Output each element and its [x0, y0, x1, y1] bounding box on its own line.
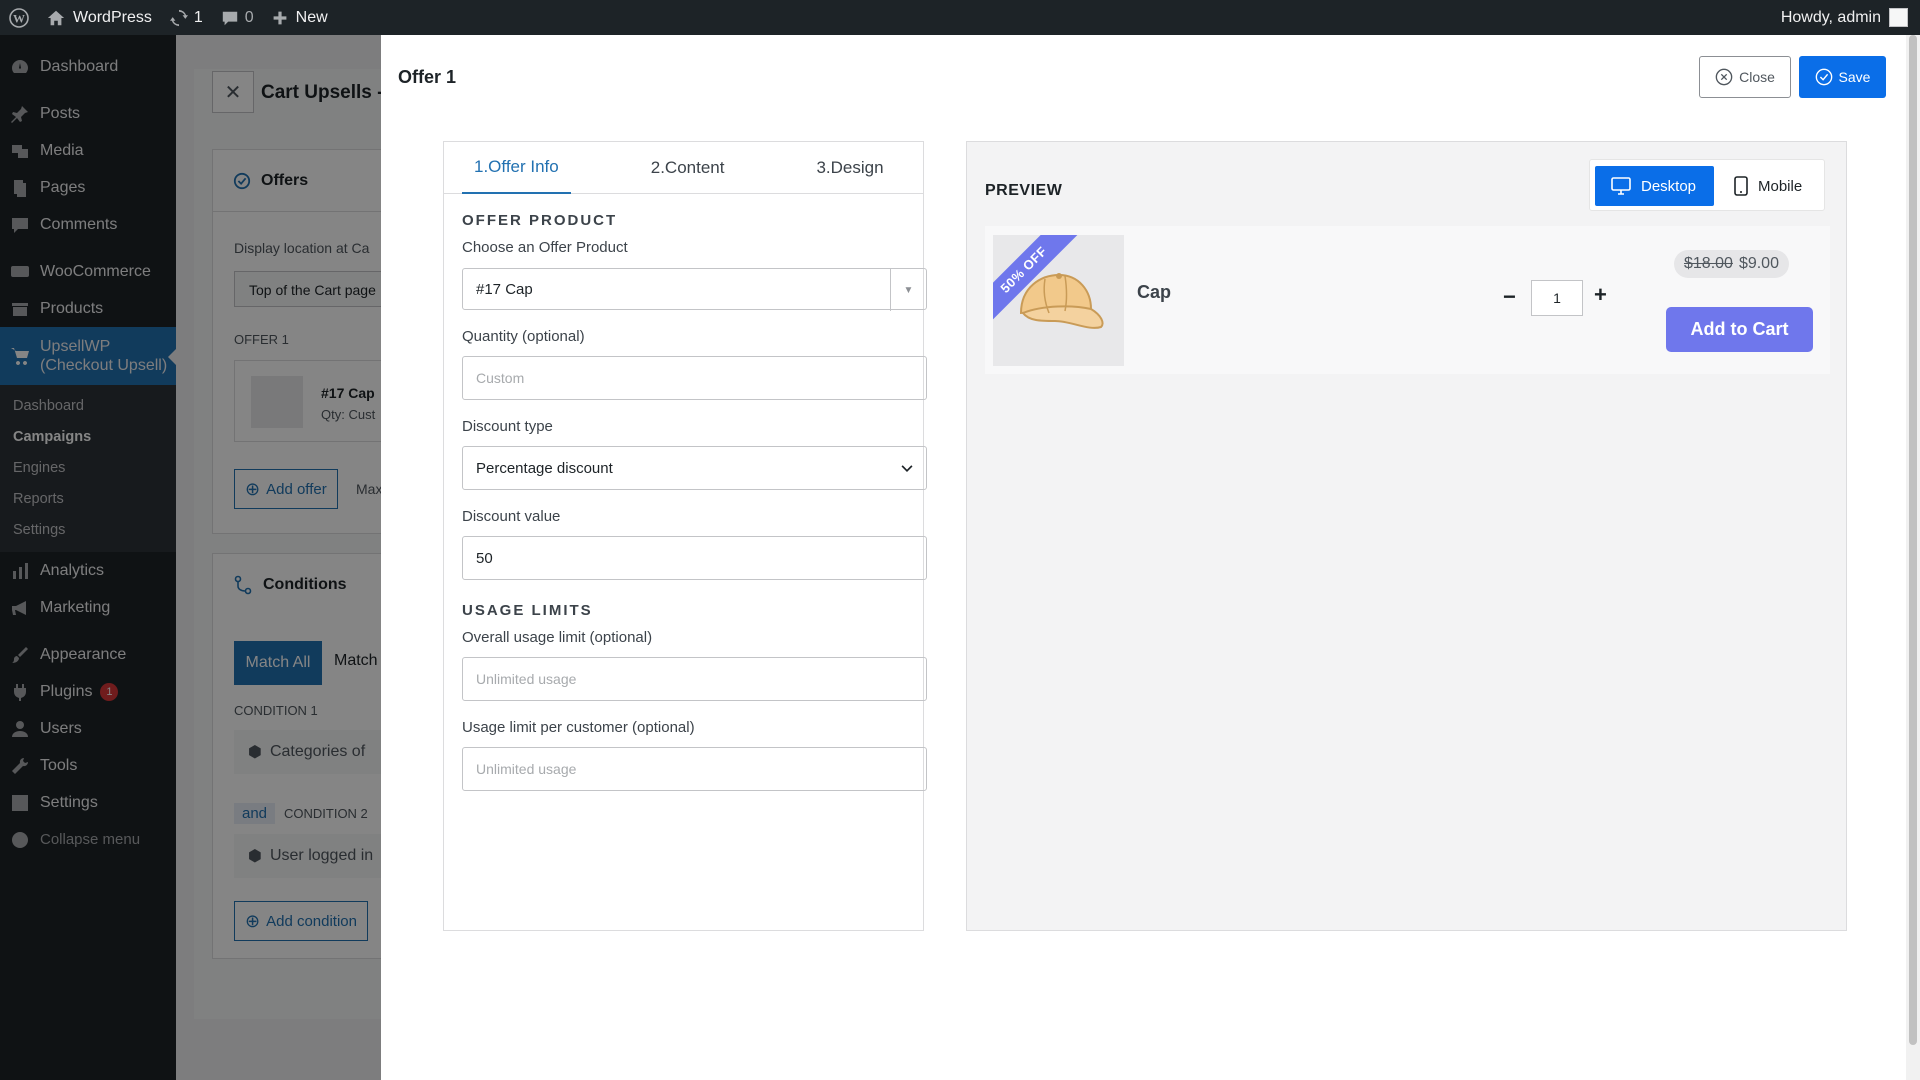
- comment-icon: [222, 11, 237, 25]
- scrollbar[interactable]: [1906, 35, 1920, 1080]
- quantity-input[interactable]: Custom: [462, 356, 927, 400]
- new-content-link[interactable]: New: [263, 0, 337, 35]
- scrollbar-thumb[interactable]: [1909, 35, 1917, 1045]
- tab-design[interactable]: 3.Design: [804, 142, 895, 194]
- tab-offer-info[interactable]: 1.Offer Info: [462, 142, 571, 194]
- quantity-label: Quantity (optional): [462, 328, 585, 345]
- quantity-minus-button[interactable]: −: [1503, 284, 1516, 310]
- quantity-plus-button[interactable]: +: [1594, 282, 1607, 308]
- quantity-field[interactable]: 1: [1531, 280, 1583, 316]
- save-label: Save: [1838, 69, 1871, 85]
- mobile-label: Mobile: [1758, 177, 1803, 195]
- discount-type-label: Discount type: [462, 418, 553, 435]
- choose-product-label: Choose an Offer Product: [462, 239, 628, 256]
- discount-value-input[interactable]: 50: [462, 536, 927, 580]
- comments-link[interactable]: 0: [212, 0, 263, 35]
- offer-drawer: Offer 1 Close Save 1.Offer Info 2.Conten…: [381, 35, 1906, 1080]
- per-customer-label: Usage limit per customer (optional): [462, 719, 695, 736]
- offer-preview-card: 50% OFF Cap − 1 + $18.00 $9.00 Add to Ca…: [985, 226, 1830, 374]
- add-to-cart-button[interactable]: Add to Cart: [1666, 307, 1813, 352]
- close-circle-icon: [1715, 68, 1733, 86]
- mobile-button[interactable]: Mobile: [1718, 166, 1822, 206]
- product-select[interactable]: #17 Cap ▼: [462, 268, 927, 311]
- save-button[interactable]: Save: [1799, 56, 1886, 98]
- site-name-link[interactable]: WordPress: [38, 0, 161, 35]
- preview-title: PREVIEW: [985, 182, 1063, 199]
- plus-icon: [273, 11, 287, 24]
- dropdown-arrow-icon[interactable]: ▼: [890, 269, 926, 311]
- close-button[interactable]: Close: [1699, 56, 1791, 98]
- site-name: WordPress: [73, 8, 152, 26]
- drawer-title: Offer 1: [398, 67, 457, 87]
- product-select-value: #17 Cap: [476, 280, 533, 298]
- my-account[interactable]: Howdy, admin: [1781, 0, 1908, 35]
- avatar: [1889, 8, 1908, 27]
- usage-limits-heading: USAGE LIMITS: [462, 602, 593, 619]
- updates-count: 1: [193, 8, 203, 26]
- desktop-label: Desktop: [1641, 177, 1697, 195]
- admin-bar: W WordPress 1 0 New Howdy, admin: [0, 0, 1920, 35]
- tab-content[interactable]: 2.Content: [639, 142, 737, 194]
- new-price: $9.00: [1738, 255, 1779, 272]
- discount-type-value: Percentage discount: [476, 459, 613, 477]
- device-toggle: Desktop Mobile: [1589, 159, 1825, 211]
- per-customer-input[interactable]: Unlimited usage: [462, 747, 927, 791]
- wp-logo-icon[interactable]: W: [0, 0, 38, 35]
- overall-limit-input[interactable]: Unlimited usage: [462, 657, 927, 701]
- discount-value-label: Discount value: [462, 508, 561, 525]
- chevron-down-icon: [901, 465, 913, 472]
- close-label: Close: [1739, 69, 1775, 85]
- price-tag: $18.00 $9.00: [1674, 250, 1789, 278]
- phone-icon: [1734, 176, 1748, 196]
- check-circle-icon: [1815, 68, 1832, 86]
- offer-product-heading: OFFER PRODUCT: [462, 212, 618, 229]
- offer-form-panel: 1.Offer Info 2.Content 3.Design OFFER PR…: [443, 141, 927, 931]
- offer-tabs: 1.Offer Info 2.Content 3.Design: [444, 142, 923, 194]
- monitor-icon: [1611, 177, 1631, 195]
- updates-icon: [169, 9, 188, 26]
- svg-text:W: W: [13, 11, 25, 25]
- desktop-button[interactable]: Desktop: [1595, 166, 1714, 206]
- product-image: 50% OFF: [993, 235, 1124, 366]
- cap-image-icon: [1019, 273, 1104, 329]
- home-icon: [47, 10, 65, 25]
- comments-count: 0: [244, 8, 254, 26]
- updates-link[interactable]: 1: [161, 0, 212, 35]
- preview-panel: PREVIEW Desktop Mobile 50% OFF Cap − 1 +…: [966, 141, 1847, 931]
- howdy-text: Howdy, admin: [1780, 8, 1881, 26]
- product-name: Cap: [1137, 282, 1172, 302]
- old-price: $18.00: [1684, 255, 1733, 272]
- discount-type-select[interactable]: Percentage discount: [462, 446, 927, 490]
- overall-limit-label: Overall usage limit (optional): [462, 629, 653, 646]
- new-label: New: [295, 8, 328, 26]
